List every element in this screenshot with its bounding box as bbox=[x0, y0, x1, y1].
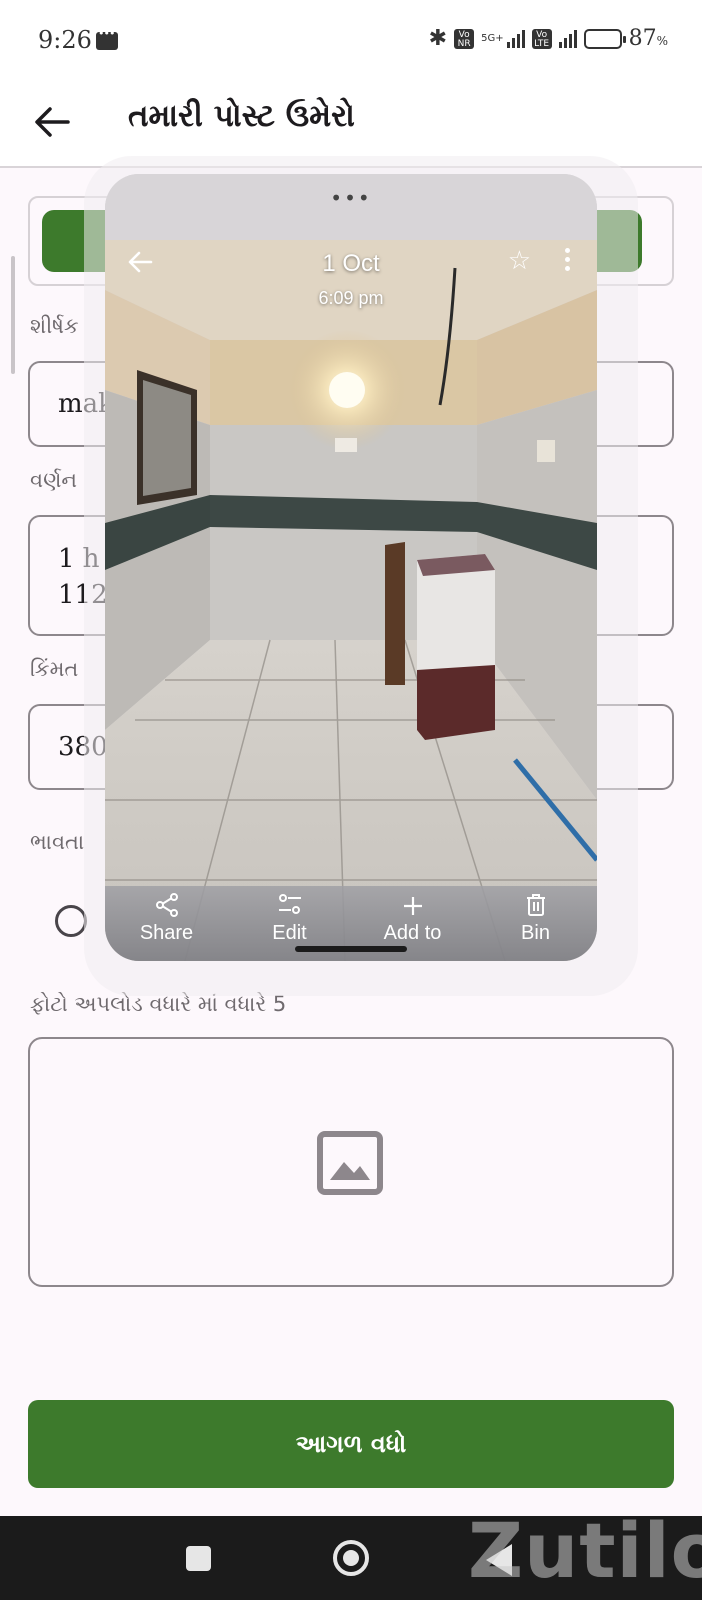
status-icons: ✱ Vo NR 5G+ Vo LTE 87% bbox=[429, 26, 668, 51]
image-placeholder-icon bbox=[316, 1130, 384, 1196]
popup-drag-handle[interactable]: ••• bbox=[105, 174, 597, 240]
battery-icon bbox=[583, 28, 626, 49]
share-button[interactable]: Share bbox=[112, 886, 222, 961]
status-bar: 9:26 ✱ Vo NR 5G+ Vo LTE 87% bbox=[0, 0, 702, 80]
bin-label: Bin bbox=[521, 922, 550, 944]
top-app-bar: તમારી પોસ્ટ ઉમેરો bbox=[0, 80, 702, 168]
description-label: વર્ણન bbox=[30, 468, 78, 492]
trash-icon bbox=[526, 894, 545, 916]
negotiable-label: ભાવતા bbox=[30, 830, 85, 854]
signal-icon bbox=[506, 29, 525, 48]
edit-label: Edit bbox=[272, 922, 307, 944]
back-arrow-icon[interactable] bbox=[30, 100, 74, 144]
plus-icon bbox=[403, 897, 422, 915]
gesture-handle[interactable] bbox=[295, 946, 407, 952]
star-icon[interactable]: ☆ bbox=[508, 246, 531, 276]
message-notification-icon bbox=[96, 27, 118, 50]
photo-preview-popup[interactable]: ••• 1 Oct 6:09 pm ☆ Share Edit Add to Bi… bbox=[105, 174, 597, 961]
price-label: કિંમત bbox=[30, 657, 79, 681]
photo-header: 1 Oct 6:09 pm ☆ bbox=[105, 240, 597, 330]
battery-percent: 87% bbox=[628, 26, 668, 51]
photo-time: 6:09 pm bbox=[318, 288, 384, 308]
share-label: Share bbox=[139, 922, 194, 944]
bin-button[interactable]: Bin bbox=[481, 886, 591, 961]
network-type: 5G+ bbox=[481, 33, 504, 44]
negotiable-radio[interactable] bbox=[55, 905, 87, 937]
room-photo bbox=[105, 240, 597, 961]
edit-sliders-icon bbox=[278, 894, 301, 914]
vonr-badge: Vo NR bbox=[454, 28, 475, 49]
title-label: શીર્ષક bbox=[30, 314, 79, 338]
continue-button[interactable]: આગળ વધો bbox=[28, 1400, 674, 1488]
add-to-label: Add to bbox=[383, 922, 442, 944]
share-icon bbox=[155, 893, 178, 917]
more-dots-icon[interactable]: ••• bbox=[105, 186, 597, 210]
page-title: તમારી પોસ્ટ ઉમેરો bbox=[128, 98, 355, 134]
recents-button[interactable] bbox=[186, 1546, 211, 1571]
signal-icon-2 bbox=[558, 29, 577, 48]
bluetooth-icon: ✱ bbox=[428, 26, 448, 51]
more-vert-icon[interactable] bbox=[565, 248, 571, 272]
scrollbar[interactable] bbox=[11, 256, 15, 374]
watermark: Zutilo bbox=[468, 1506, 702, 1595]
status-time: 9:26 bbox=[38, 26, 92, 54]
home-button[interactable] bbox=[333, 1540, 369, 1576]
volte-badge: Vo LTE bbox=[531, 28, 552, 49]
